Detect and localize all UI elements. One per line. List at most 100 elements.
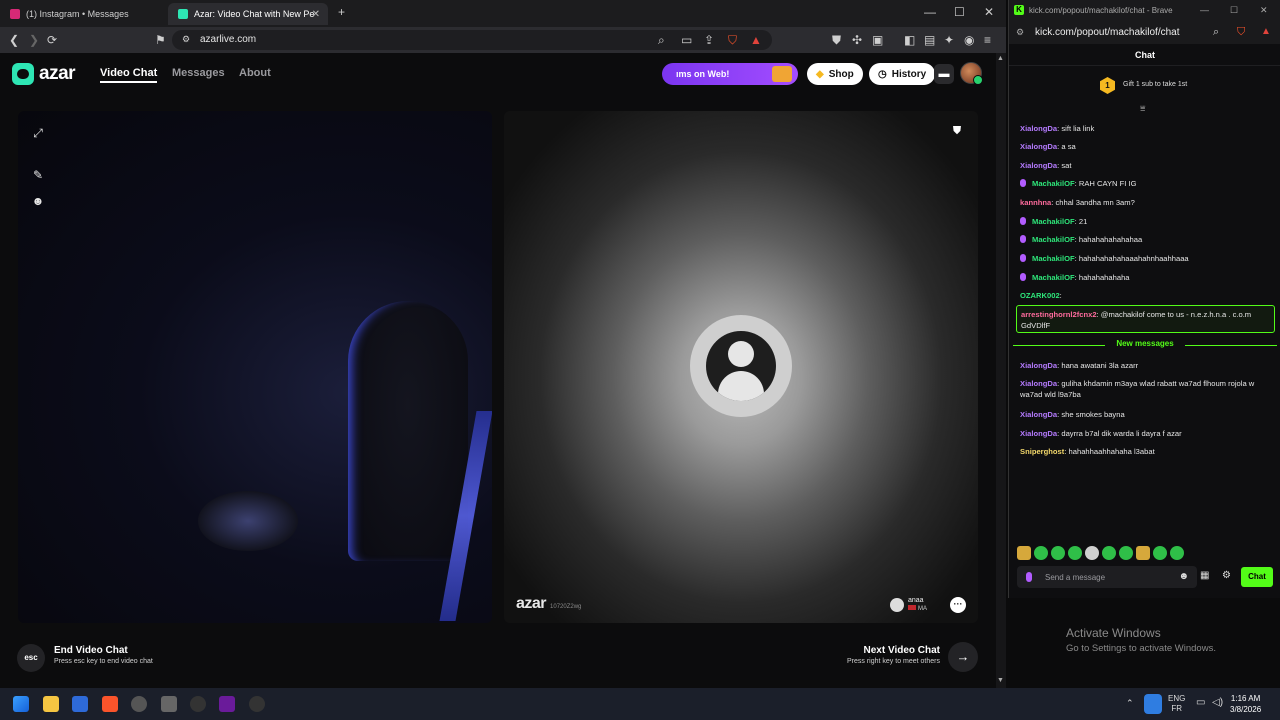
- end-video-chat-button[interactable]: esc: [17, 644, 45, 672]
- promo-banner[interactable]: ıms on Web!: [662, 63, 798, 85]
- nav-video-chat[interactable]: Video Chat: [100, 67, 158, 83]
- bookmark-icon[interactable]: ⚑: [155, 33, 166, 47]
- chat-username[interactable]: MachakilOF: [1032, 273, 1075, 282]
- chat-close-icon[interactable]: ✕: [1260, 5, 1268, 16]
- chat-brave-rewards-icon[interactable]: ▲: [1261, 26, 1271, 37]
- chat-username[interactable]: Sniperghost: [1020, 447, 1064, 456]
- close-tab-icon[interactable]: ✕: [312, 9, 320, 20]
- vpn-icon[interactable]: ⛊: [832, 33, 841, 48]
- close-window-icon[interactable]: ✕: [984, 5, 994, 19]
- chat-username[interactable]: XialongDa: [1020, 161, 1057, 170]
- volume-icon[interactable]: ◁): [1212, 698, 1223, 708]
- expand-icon[interactable]: ⤢: [30, 125, 46, 141]
- zoom-icon[interactable]: ⌕: [658, 33, 665, 48]
- more-options-icon[interactable]: ···: [950, 597, 966, 613]
- chat-username[interactable]: MachakilOF: [1032, 217, 1075, 226]
- emote-icon[interactable]: [1102, 546, 1116, 560]
- wallet-icon[interactable]: ▤: [924, 33, 935, 47]
- site-info-icon[interactable]: ⚙: [182, 34, 190, 45]
- nav-messages[interactable]: Messages: [172, 67, 225, 79]
- voice-access-icon[interactable]: [1144, 694, 1162, 714]
- security-icon[interactable]: ◉: [964, 33, 974, 47]
- reload-icon[interactable]: ⟳: [47, 33, 57, 47]
- report-shield-icon[interactable]: ⛊: [950, 125, 964, 141]
- sidebar-icon[interactable]: ◧: [904, 33, 915, 47]
- chat-settings-icon[interactable]: ⚙: [1222, 570, 1231, 581]
- start-icon[interactable]: [13, 696, 29, 712]
- cast-icon[interactable]: ▭: [681, 33, 692, 47]
- chat-address-bar[interactable]: ⚙ kick.com/popout/machakilof/chat ⌕ ⛉ ▲: [1009, 22, 1280, 44]
- chrome-icon[interactable]: [131, 696, 147, 712]
- new-tab-icon[interactable]: +: [338, 5, 345, 19]
- message-input[interactable]: [1045, 570, 1175, 584]
- share-icon[interactable]: ⇪: [704, 33, 714, 47]
- azar-logo[interactable]: azar: [12, 63, 76, 85]
- gift-icon[interactable]: ▦: [1200, 570, 1209, 581]
- history-button[interactable]: ◷ History: [869, 63, 936, 85]
- unity-icon[interactable]: [161, 696, 177, 712]
- chat-minimize-icon[interactable]: —: [1200, 5, 1209, 15]
- emote-icon[interactable]: [1136, 546, 1150, 560]
- emote-icon[interactable]: [1153, 546, 1167, 560]
- extensions-icon[interactable]: ✣: [852, 33, 862, 47]
- scroll-down-icon[interactable]: ▼: [997, 677, 1004, 684]
- language-indicator[interactable]: ENG FR: [1168, 694, 1185, 714]
- maximize-icon[interactable]: ☐: [954, 5, 965, 19]
- minimize-icon[interactable]: —: [924, 5, 936, 19]
- highlighted-message[interactable]: arrestinghornl2fcnx2: @machakilof come t…: [1016, 305, 1275, 333]
- chat-username[interactable]: MachakilOF: [1032, 235, 1075, 244]
- leo-ai-icon[interactable]: ✦: [944, 33, 954, 47]
- chat-username[interactable]: XialongDa: [1020, 142, 1057, 151]
- network-icon[interactable]: ▭: [1196, 698, 1205, 708]
- emote-icon[interactable]: [1119, 546, 1133, 560]
- emote-icon[interactable]: [1034, 546, 1048, 560]
- screenshot-icon[interactable]: ▣: [872, 33, 883, 47]
- shop-button[interactable]: ◆ Shop: [807, 63, 863, 85]
- emote-icon[interactable]: [1085, 546, 1099, 560]
- send-chat-button[interactable]: Chat: [1241, 567, 1273, 587]
- page-scrollbar[interactable]: ▲ ▼: [996, 53, 1006, 688]
- emoji-picker-icon[interactable]: ☻: [1178, 571, 1189, 582]
- forward-icon[interactable]: ❯: [29, 33, 39, 47]
- magic-wand-icon[interactable]: ✎: [30, 167, 46, 183]
- brave-rewards-icon[interactable]: ▲: [750, 33, 762, 47]
- nav-about[interactable]: About: [239, 67, 271, 79]
- chat-username[interactable]: XialongDa: [1020, 361, 1057, 370]
- chat-username[interactable]: kannhna: [1020, 198, 1051, 207]
- chat-maximize-icon[interactable]: ☐: [1230, 5, 1238, 16]
- chat-username[interactable]: XialongDa: [1020, 124, 1057, 133]
- chat-username[interactable]: XialongDa: [1020, 410, 1057, 419]
- address-bar[interactable]: ⚙ azarlive.com ⌕ ▭ ⇪ ⛉ ▲: [172, 30, 772, 50]
- chat-username[interactable]: arrestinghornl2fcnx2: [1021, 310, 1097, 319]
- gaming-app-icon[interactable]: [190, 696, 206, 712]
- brave-shield-icon[interactable]: ⛉: [728, 33, 737, 48]
- system-clock[interactable]: 1:16 AM 3/8/2026: [1230, 693, 1261, 715]
- menu-icon[interactable]: ≡: [984, 33, 991, 47]
- scroll-up-icon[interactable]: ▲: [997, 55, 1004, 62]
- new-messages-divider[interactable]: New messages: [1009, 339, 1280, 351]
- chat-zoom-icon[interactable]: ⌕: [1213, 26, 1219, 39]
- face-filter-icon[interactable]: ☻: [30, 193, 46, 209]
- next-app-icon[interactable]: [219, 696, 235, 712]
- tray-overflow-icon[interactable]: ⌃: [1126, 698, 1134, 708]
- chat-username[interactable]: MachakilOF: [1032, 179, 1075, 188]
- emote-icon[interactable]: [1017, 546, 1031, 560]
- chat-username[interactable]: XialongDa: [1020, 429, 1057, 438]
- chat-username[interactable]: XialongDa: [1020, 379, 1057, 388]
- chat-username[interactable]: MachakilOF: [1032, 254, 1075, 263]
- emote-icon[interactable]: [1068, 546, 1082, 560]
- file-explorer-icon[interactable]: [43, 696, 59, 712]
- gaming-app-2-icon[interactable]: [249, 696, 265, 712]
- emote-icon[interactable]: [1051, 546, 1065, 560]
- pinned-toggle-icon[interactable]: ⩸: [1140, 103, 1145, 114]
- profile-avatar[interactable]: [960, 62, 983, 85]
- tab-azar[interactable]: Azar: Video Chat with New Pe ✕: [168, 3, 328, 25]
- gift-sub-banner[interactable]: 1 Gift 1 sub to take 1st: [1009, 74, 1280, 98]
- store-icon[interactable]: [72, 696, 88, 712]
- site-settings-icon[interactable]: ⚙: [1016, 27, 1024, 38]
- inbox-icon[interactable]: ▬: [934, 64, 954, 84]
- partner-info[interactable]: anaa MA: [890, 597, 927, 612]
- tab-instagram[interactable]: (1) Instagram • Messages: [0, 3, 166, 25]
- next-video-chat-button[interactable]: →: [948, 642, 978, 672]
- chat-username[interactable]: OZARK002: [1020, 291, 1060, 300]
